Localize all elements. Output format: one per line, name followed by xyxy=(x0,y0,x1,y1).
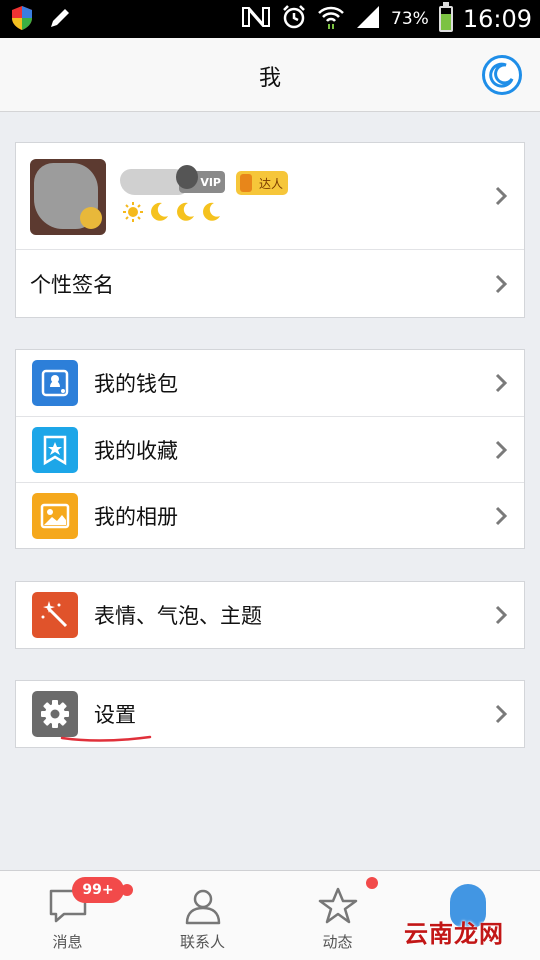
chevron-right-icon xyxy=(495,186,508,206)
sun-icon xyxy=(123,202,143,222)
watermark: 云南龙网 xyxy=(404,920,504,948)
nav-item-feed[interactable]: 动态 xyxy=(270,871,405,960)
chevron-right-icon xyxy=(495,506,508,525)
vip-badge: VIP xyxy=(176,165,225,193)
chevron-right-icon xyxy=(495,605,508,625)
pen-icon xyxy=(48,6,72,34)
menu-item-label: 我的相册 xyxy=(94,504,178,529)
menu-group-2: 表情、气泡、主题 xyxy=(15,581,525,649)
profile-card: VIP 达人 个性签名 xyxy=(15,142,525,318)
alarm-icon xyxy=(281,4,307,34)
moon-icon xyxy=(489,62,514,88)
new-feed-dot xyxy=(366,877,378,889)
chevron-right-icon xyxy=(495,704,508,724)
menu-item-label: 我的收藏 xyxy=(94,438,178,463)
menu-item-album[interactable]: 我的相册 xyxy=(16,482,524,548)
page-title: 我 xyxy=(258,66,281,91)
vip-label: VIP xyxy=(200,175,221,189)
menu-group-1: 我的钱包 我的收藏 我的相册 xyxy=(15,349,525,549)
status-bar: 73% 16:09 xyxy=(0,0,540,38)
nav-label: 联系人 xyxy=(179,933,225,951)
menu-item-themes[interactable]: 表情、气泡、主题 xyxy=(16,582,524,648)
album-icon xyxy=(32,492,78,539)
phone-icon xyxy=(240,174,252,192)
moon-icon xyxy=(203,202,220,221)
nav-label: 消息 xyxy=(52,933,83,951)
red-underline-annotation xyxy=(60,735,152,742)
daren-label: 达人 xyxy=(258,176,283,191)
chevron-right-icon xyxy=(495,274,508,293)
nfc-icon xyxy=(241,4,271,34)
shield-icon xyxy=(10,5,34,35)
top-bar: 我 xyxy=(0,38,540,112)
avatar[interactable] xyxy=(30,159,106,235)
signal-icon xyxy=(355,4,381,34)
wifi-icon xyxy=(317,4,345,34)
nav-label: 动态 xyxy=(322,933,353,951)
menu-item-wallet[interactable]: 我的钱包 xyxy=(16,350,524,416)
menu-item-favorites[interactable]: 我的收藏 xyxy=(16,416,524,482)
moon-icon xyxy=(177,202,194,221)
signature-row[interactable]: 个性签名 xyxy=(16,249,524,317)
magic-wand-icon xyxy=(32,592,78,638)
nav-item-contacts[interactable]: 联系人 xyxy=(135,871,270,960)
wallet-icon xyxy=(32,360,78,406)
battery-percent: 73% xyxy=(391,9,429,29)
menu-item-label: 表情、气泡、主题 xyxy=(94,604,262,628)
night-mode-button[interactable] xyxy=(482,55,522,95)
chevron-right-icon xyxy=(495,373,508,393)
daren-badge: 达人 xyxy=(236,171,288,195)
unread-badge: 99+ xyxy=(72,877,124,903)
moon-icon xyxy=(151,202,168,221)
contacts-icon xyxy=(182,885,224,927)
chevron-right-icon xyxy=(495,440,508,459)
favorites-icon xyxy=(32,426,78,473)
profile-row[interactable]: VIP 达人 xyxy=(16,143,524,249)
badge-tail-icon xyxy=(121,884,133,896)
level-icons xyxy=(122,201,222,223)
penguin-face-icon xyxy=(176,165,198,189)
menu-item-label: 设置 xyxy=(94,703,136,727)
menu-item-label: 我的钱包 xyxy=(94,372,178,396)
clock: 16:09 xyxy=(462,5,532,33)
signature-label: 个性签名 xyxy=(30,272,114,297)
star-icon xyxy=(317,885,359,927)
battery-icon xyxy=(438,2,453,32)
